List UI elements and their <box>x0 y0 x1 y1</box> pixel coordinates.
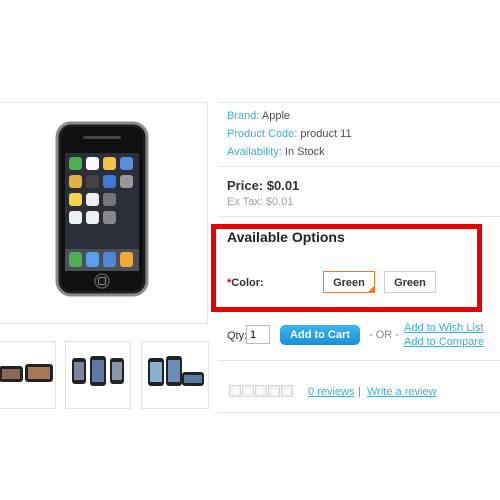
thumbnail-2[interactable] <box>65 341 131 409</box>
divider-reviews <box>218 412 500 413</box>
product-code-value: product 11 <box>300 128 352 140</box>
quantity-input[interactable] <box>246 325 270 344</box>
star-icon <box>229 385 241 397</box>
availability-line: Availability: In Stock <box>227 146 325 158</box>
brand-line: Brand: Apple <box>227 110 290 122</box>
thumbnail-phones-image <box>148 356 204 386</box>
add-to-compare-link[interactable]: Add to Compare <box>404 336 484 348</box>
write-review-link[interactable]: Write a review <box>367 386 436 398</box>
reviews-count-link[interactable]: 0 reviews <box>308 386 354 398</box>
product-code-label: Product Code: <box>227 128 298 140</box>
color-option-label: *Color: <box>227 277 264 289</box>
qty-label: Qty: <box>227 330 248 342</box>
color-option-green[interactable]: Green <box>384 271 436 293</box>
divider-info <box>218 166 500 167</box>
divider-top <box>218 102 500 103</box>
option-label: Green <box>333 277 365 289</box>
color-option-green-selected[interactable]: Green <box>323 271 375 293</box>
thumbnail-phones-image <box>72 356 124 386</box>
review-links-separator: | <box>358 386 361 398</box>
add-to-wish-list-link[interactable]: Add to Wish List <box>404 322 483 334</box>
divider-price <box>218 216 500 217</box>
or-separator: - OR - <box>369 329 399 341</box>
ex-tax-price: Ex Tax: $0.01 <box>227 196 294 208</box>
availability-value: In Stock <box>284 146 325 158</box>
brand-label[interactable]: Brand: <box>227 110 259 122</box>
price: Price: $0.01 <box>227 178 300 193</box>
brand-value: Apple <box>261 110 291 122</box>
selected-corner-icon <box>368 286 374 292</box>
availability-label: Availability: <box>227 146 282 158</box>
thumbnail-1[interactable] <box>0 341 56 409</box>
star-icon <box>242 385 254 397</box>
star-icon <box>268 385 280 397</box>
star-icon <box>281 385 293 397</box>
divider-cart <box>218 360 500 361</box>
product-code-line: Product Code: product 11 <box>227 128 352 140</box>
add-to-cart-button[interactable]: Add to Cart <box>280 325 360 345</box>
main-product-image-frame[interactable] <box>0 102 208 324</box>
rating-stars <box>229 384 294 402</box>
thumbnail-phones-image <box>0 364 53 382</box>
thumbnail-3[interactable] <box>141 341 209 409</box>
option-label: Green <box>394 277 426 289</box>
phone-image <box>55 121 149 297</box>
color-label-text: Color: <box>231 277 264 289</box>
available-options-title: Available Options <box>227 229 345 245</box>
star-icon <box>255 385 267 397</box>
